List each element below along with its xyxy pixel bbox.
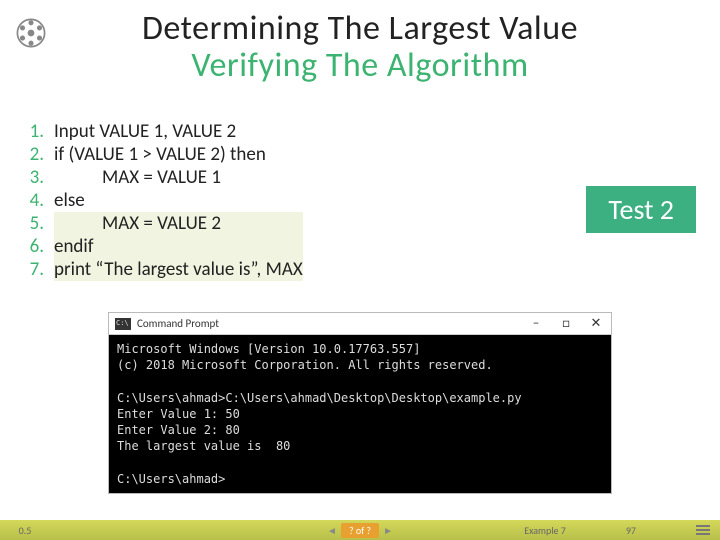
example-label: Example 7 (524, 524, 566, 537)
footer-nav: ◄ ? of ? ► (327, 523, 393, 538)
terminal-window: Command Prompt – □ ✕ Microsoft Windows [… (108, 312, 612, 494)
algorithm-steps: 1.Input VALUE 1, VALUE 22.if (VALUE 1 > … (20, 120, 700, 281)
step-row: 4.else (20, 189, 303, 212)
step-number: 1. (20, 120, 54, 143)
step-number: 4. (20, 189, 54, 212)
title-line-2: Verifying The Algorithm (0, 45, 720, 86)
menu-icon[interactable] (696, 524, 710, 536)
title-line-1: Determining The Largest Value (0, 8, 720, 49)
title-block: Determining The Largest Value Verifying … (0, 0, 720, 86)
step-row: 2.if (VALUE 1 > VALUE 2) then (20, 143, 303, 166)
step-number: 3. (20, 166, 54, 189)
step-number: 2. (20, 143, 54, 166)
step-row: 1.Input VALUE 1, VALUE 2 (20, 120, 303, 143)
terminal-output: Microsoft Windows [Version 10.0.17763.55… (109, 335, 611, 493)
footer-left-value: 0.5 (0, 524, 50, 537)
step-text: print “The largest value is”, MAX (54, 258, 303, 281)
step-number: 7. (20, 258, 54, 281)
step-number: 6. (20, 235, 54, 258)
minimize-button[interactable]: – (521, 316, 551, 331)
close-button[interactable]: ✕ (581, 316, 611, 331)
page-number: 97 (626, 524, 636, 537)
step-number: 5. (20, 212, 54, 235)
maximize-button[interactable]: □ (551, 316, 581, 331)
next-button[interactable]: ► (383, 524, 393, 537)
step-text: endif (54, 235, 303, 258)
terminal-title: Command Prompt (137, 317, 521, 330)
step-row: 5.MAX = VALUE 2 (20, 212, 303, 235)
slide: Determining The Largest Value Verifying … (0, 0, 720, 540)
cmd-icon (115, 318, 131, 330)
page-indicator: ? of ? (341, 523, 379, 538)
step-row: 7.print “The largest value is”, MAX (20, 258, 303, 281)
step-text: else (54, 189, 303, 212)
terminal-titlebar: Command Prompt – □ ✕ (109, 313, 611, 335)
logo-icon (14, 16, 48, 50)
prev-button[interactable]: ◄ (327, 524, 337, 537)
step-text: Input VALUE 1, VALUE 2 (54, 120, 303, 143)
footer-bar: 0.5 ◄ ? of ? ► Example 7 97 (0, 520, 720, 540)
step-text: if (VALUE 1 > VALUE 2) then (54, 143, 303, 166)
step-text: MAX = VALUE 1 (54, 166, 303, 189)
step-text: MAX = VALUE 2 (54, 212, 303, 235)
step-row: 3.MAX = VALUE 1 (20, 166, 303, 189)
step-row: 6.endif (20, 235, 303, 258)
